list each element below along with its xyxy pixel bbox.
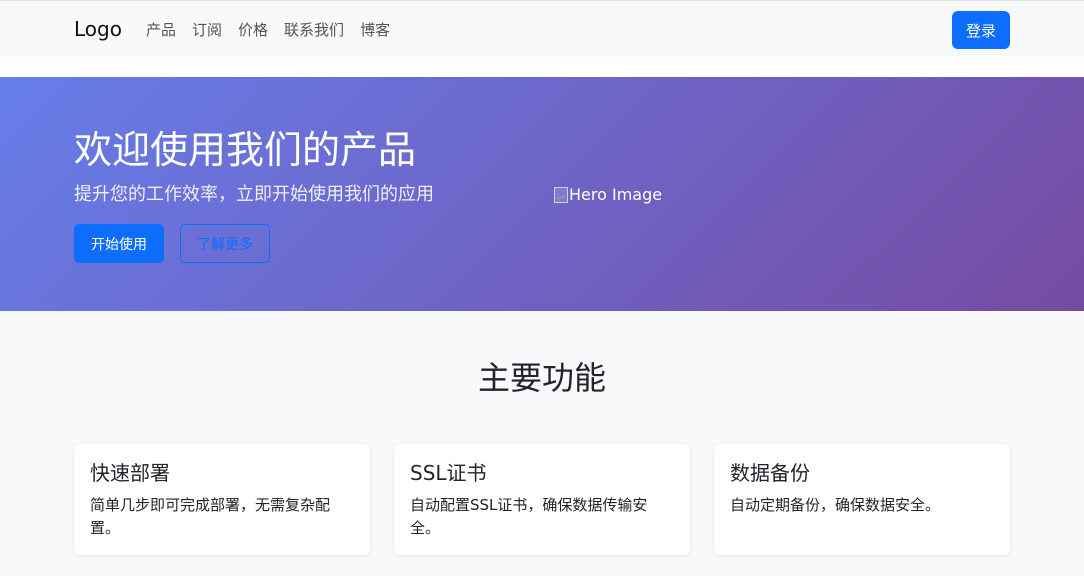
feature-card-text: 简单几步即可完成部署，无需复杂配置。 xyxy=(90,496,331,537)
hero-image: Hero Image xyxy=(554,184,662,206)
get-started-button[interactable]: 开始使用 xyxy=(74,224,164,263)
feature-card-text: 自动定期备份，确保数据安全。 xyxy=(730,496,941,514)
hero-subtitle: 提升您的工作效率，立即开始使用我们的应用 xyxy=(74,184,434,205)
nav-link-contact[interactable]: 联系我们 xyxy=(284,19,344,41)
feature-card-text: 自动配置SSL证书，确保数据传输安全。 xyxy=(410,496,648,537)
feature-card-ssl: SSL证书 自动配置SSL证书，确保数据传输安全。 xyxy=(394,444,690,555)
feature-card-title: 数据备份 xyxy=(730,461,810,485)
hero-title: 欢迎使用我们的产品 xyxy=(74,128,417,172)
feature-card-backup: 数据备份 自动定期备份，确保数据安全。 xyxy=(714,444,1010,555)
learn-more-button[interactable]: 了解更多 xyxy=(180,224,270,263)
broken-image-icon xyxy=(554,187,568,203)
nav-link-blog[interactable]: 博客 xyxy=(360,19,390,41)
features-section: 主要功能 快速部署 简单几步即可完成部署，无需复杂配置。 SSL证书 自动配置S… xyxy=(0,311,1084,576)
feature-card-title: SSL证书 xyxy=(410,461,487,485)
feature-card-title: 快速部署 xyxy=(90,461,170,485)
nav-link-products[interactable]: 产品 xyxy=(146,19,176,41)
login-button[interactable]: 登录 xyxy=(952,11,1010,49)
features-title: 主要功能 xyxy=(477,359,606,397)
spacer xyxy=(0,57,1084,77)
logo[interactable]: Logo xyxy=(74,16,122,42)
feature-card-deploy: 快速部署 简单几步即可完成部署，无需复杂配置。 xyxy=(74,444,370,555)
nav-link-subscribe[interactable]: 订阅 xyxy=(192,19,222,41)
nav-link-pricing[interactable]: 价格 xyxy=(238,19,268,41)
navbar: Logo 产品 订阅 价格 联系我们 博客 登录 xyxy=(0,0,1084,57)
nav-links: 产品 订阅 价格 联系我们 博客 xyxy=(146,19,406,41)
hero-section: 欢迎使用我们的产品 提升您的工作效率，立即开始使用我们的应用 开始使用 了解更多… xyxy=(0,77,1084,311)
hero-image-alt: Hero Image xyxy=(569,185,663,204)
